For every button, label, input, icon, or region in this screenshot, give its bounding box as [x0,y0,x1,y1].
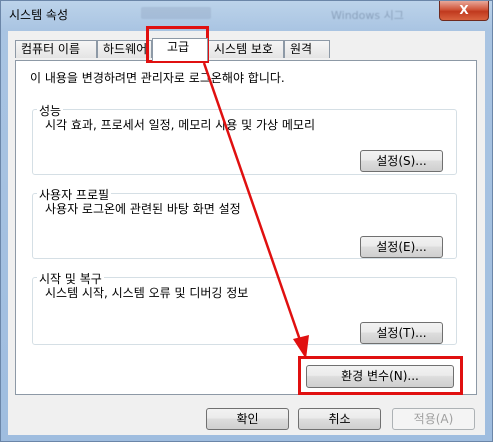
ok-button[interactable]: 확인 [206,408,289,430]
admin-note: 이 내용을 변경하려면 관리자로 로그온해야 합니다. [30,71,285,85]
tab-advanced[interactable]: 고급 [152,38,208,61]
startup-recovery-settings-button[interactable]: 설정(T)... [360,322,443,344]
close-button[interactable]: X [439,1,489,21]
blurred-titlebar-area: Windows 시그 [141,7,441,22]
performance-desc: 시각 효과, 프로세서 일정, 메모리 사용 및 가상 메모리 [45,118,315,132]
title-bar[interactable]: 시스템 속성 Windows 시그 X [1,1,492,27]
user-profiles-desc: 사용자 로그온에 관련된 바탕 화면 설정 [45,202,241,216]
tab-remote[interactable]: 원격 [284,40,330,58]
cancel-button[interactable]: 취소 [298,408,381,430]
dialog-client: 컴퓨터 이름 하드웨어 고급 시스템 보호 원격 이 내용을 변경하려면 관리자… [8,31,485,435]
performance-group: 성능 시각 효과, 프로세서 일정, 메모리 사용 및 가상 메모리 설정(S)… [32,102,457,175]
tab-system-protection[interactable]: 시스템 보호 [208,40,284,58]
system-properties-window: 시스템 속성 Windows 시그 X 컴퓨터 이름 하드웨어 고급 시스템 보… [0,0,493,442]
apply-button[interactable]: 적용(A) [392,408,475,430]
user-profiles-group: 사용자 프로필 사용자 로그온에 관련된 바탕 화면 설정 설정(E)... [32,186,457,259]
tab-hardware[interactable]: 하드웨어 [97,40,152,58]
close-icon: X [459,3,469,17]
performance-settings-button[interactable]: 설정(S)... [360,150,443,172]
tab-computer-name[interactable]: 컴퓨터 이름 [15,40,97,58]
user-profiles-settings-button[interactable]: 설정(E)... [360,236,443,258]
startup-recovery-group: 시작 및 복구 시스템 시작, 시스템 오류 및 디버깅 정보 설정(T)... [32,270,457,345]
environment-variables-button[interactable]: 환경 변수(N)... [306,365,454,388]
window-title: 시스템 속성 [9,8,69,22]
startup-recovery-desc: 시스템 시작, 시스템 오류 및 디버깅 정보 [45,286,249,300]
